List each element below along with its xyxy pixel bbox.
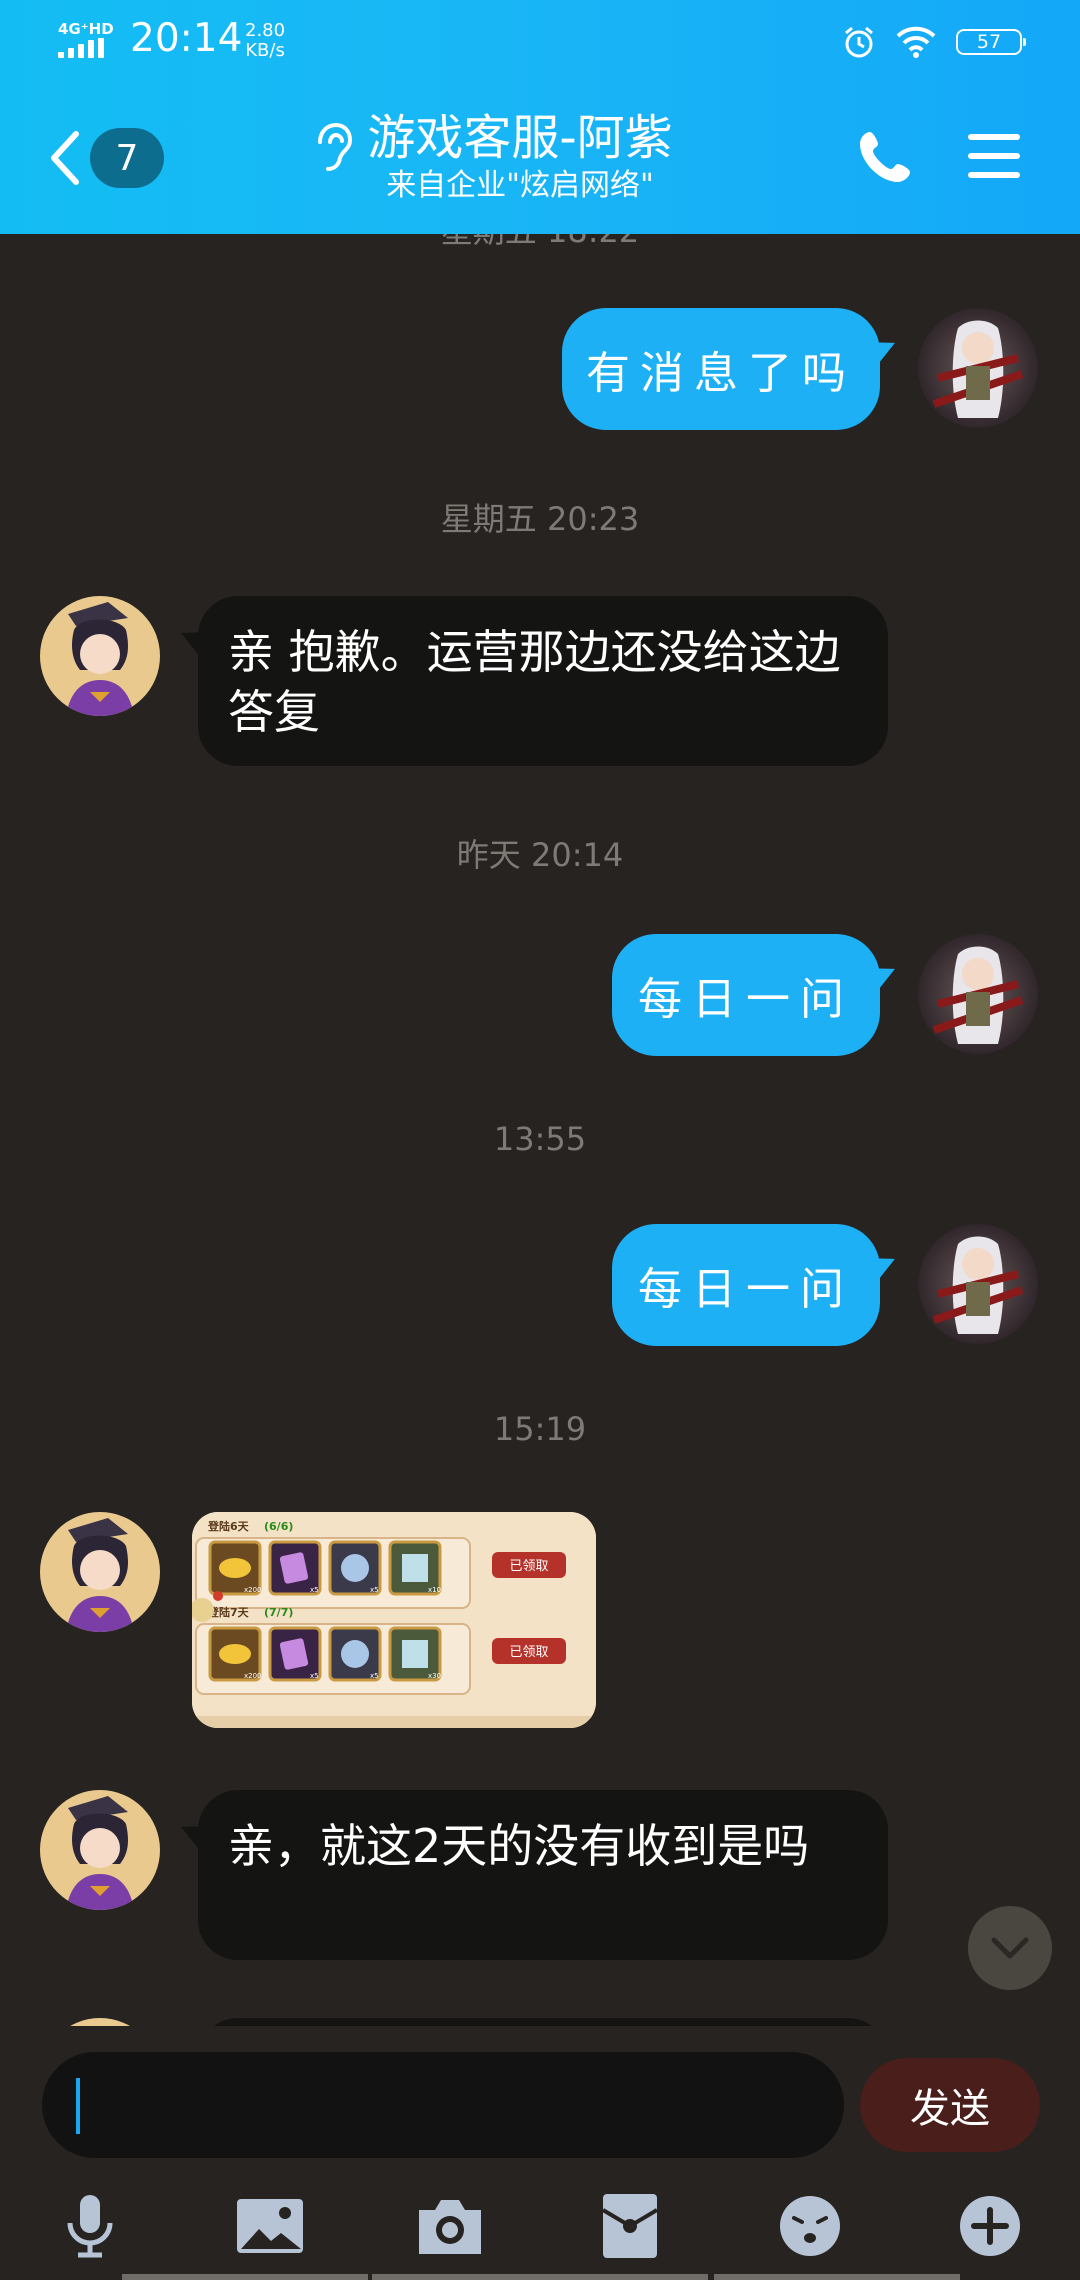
svg-text:x5: x5 — [370, 1672, 379, 1680]
my-avatar[interactable] — [918, 1224, 1038, 1344]
svg-text:x10: x10 — [428, 1586, 441, 1594]
message-bubble-outgoing[interactable]: 每日一问 — [612, 1224, 880, 1346]
menu-icon[interactable] — [966, 132, 1022, 180]
red-packet-button[interactable] — [590, 2186, 670, 2266]
more-button[interactable] — [950, 2186, 1030, 2266]
chat-title-block: 游戏客服-阿紫 来自企业"炫启网络" — [310, 110, 730, 206]
chat-header: 4G⁺HD 20:14 2.80 KB/s 57 7 游戏客服-阿紫 来自企业"… — [0, 0, 1080, 234]
chat-title: 游戏客服-阿紫 — [367, 110, 673, 166]
message-input[interactable] — [42, 2052, 844, 2158]
network-type: 4G⁺HD — [58, 20, 114, 38]
signal-icon — [58, 38, 106, 58]
message-bubble-outgoing[interactable]: 有消息了吗 — [562, 308, 880, 430]
svg-text:登陆6天: 登陆6天 — [207, 1519, 250, 1533]
composer: 发送 — [0, 2026, 1080, 2280]
svg-text:x30: x30 — [428, 1672, 441, 1680]
red-packet-icon — [601, 2194, 659, 2258]
svg-text:x5: x5 — [310, 1672, 319, 1680]
my-avatar[interactable] — [918, 934, 1038, 1054]
emoji-button[interactable] — [770, 2186, 850, 2266]
back-icon[interactable] — [46, 128, 82, 188]
camera-icon — [419, 2200, 481, 2254]
emoji-icon — [780, 2196, 840, 2256]
agent-avatar[interactable] — [40, 1790, 160, 1910]
scroll-to-bottom-button[interactable] — [968, 1906, 1052, 1990]
nav-indicator — [372, 2274, 708, 2280]
network-speed: 2.80 KB/s — [245, 20, 286, 61]
message-list[interactable]: 星期五 18:22 有消息了吗 星期五 20:23 亲 抱歉。运营那边还没给这边… — [0, 234, 1080, 2026]
agent-avatar[interactable] — [40, 2018, 160, 2026]
chat-subtitle: 来自企业"炫启网络" — [386, 168, 654, 203]
plus-icon — [960, 2196, 1020, 2256]
unread-count-badge[interactable]: 7 — [90, 128, 164, 188]
svg-text:已领取: 已领取 — [509, 1645, 548, 1660]
microphone-icon — [67, 2195, 113, 2258]
chevron-down-icon — [991, 1937, 1029, 1959]
svg-text:x5: x5 — [370, 1586, 379, 1594]
status-time: 20:14 — [130, 16, 243, 61]
text-caret — [76, 2078, 80, 2134]
voice-button[interactable] — [50, 2186, 130, 2266]
timestamp: 昨天 20:14 — [456, 836, 624, 874]
timestamp: 15:19 — [493, 1410, 587, 1448]
input-toolbar — [0, 2186, 1080, 2266]
agent-avatar[interactable] — [40, 596, 160, 716]
status-icons: 57 — [842, 22, 1026, 62]
image-button[interactable] — [230, 2186, 310, 2266]
send-button[interactable]: 发送 — [860, 2058, 1040, 2152]
timestamp: 13:55 — [493, 1120, 587, 1158]
svg-text:x200: x200 — [244, 1586, 262, 1594]
message-bubble-incoming[interactable]: 亲 抱歉。运营那边还没给这边答复 — [198, 596, 888, 766]
svg-text:x200: x200 — [244, 1672, 262, 1680]
agent-avatar[interactable] — [40, 1512, 160, 1632]
image-message[interactable]: 登陆6天 (6/6) 登陆7天 (7/7) x200 x5 x5 x10 x20… — [192, 1512, 596, 1728]
wifi-icon — [896, 26, 936, 58]
timestamp: 星期五 18:22 — [0, 234, 1080, 252]
my-avatar[interactable] — [918, 308, 1038, 428]
svg-text:(7/7): (7/7) — [264, 1606, 293, 1619]
alarm-icon — [845, 26, 873, 58]
message-bubble-outgoing[interactable]: 每日一问 — [612, 934, 880, 1056]
svg-text:(6/6): (6/6) — [264, 1520, 293, 1533]
message-bubble-incoming[interactable]: 亲，就这2天的没有收到是吗 — [198, 1790, 888, 1960]
phone-icon[interactable] — [858, 128, 914, 184]
svg-text:已领取: 已领取 — [509, 1559, 548, 1574]
message-bubble-incoming[interactable] — [198, 2018, 888, 2026]
battery-indicator: 57 — [956, 29, 1026, 55]
nav-indicator — [122, 2274, 368, 2280]
camera-button[interactable] — [410, 2186, 490, 2266]
timestamp: 星期五 20:23 — [440, 500, 640, 538]
nav-indicator — [714, 2274, 960, 2280]
svg-text:x5: x5 — [310, 1586, 319, 1594]
image-icon — [237, 2199, 303, 2253]
